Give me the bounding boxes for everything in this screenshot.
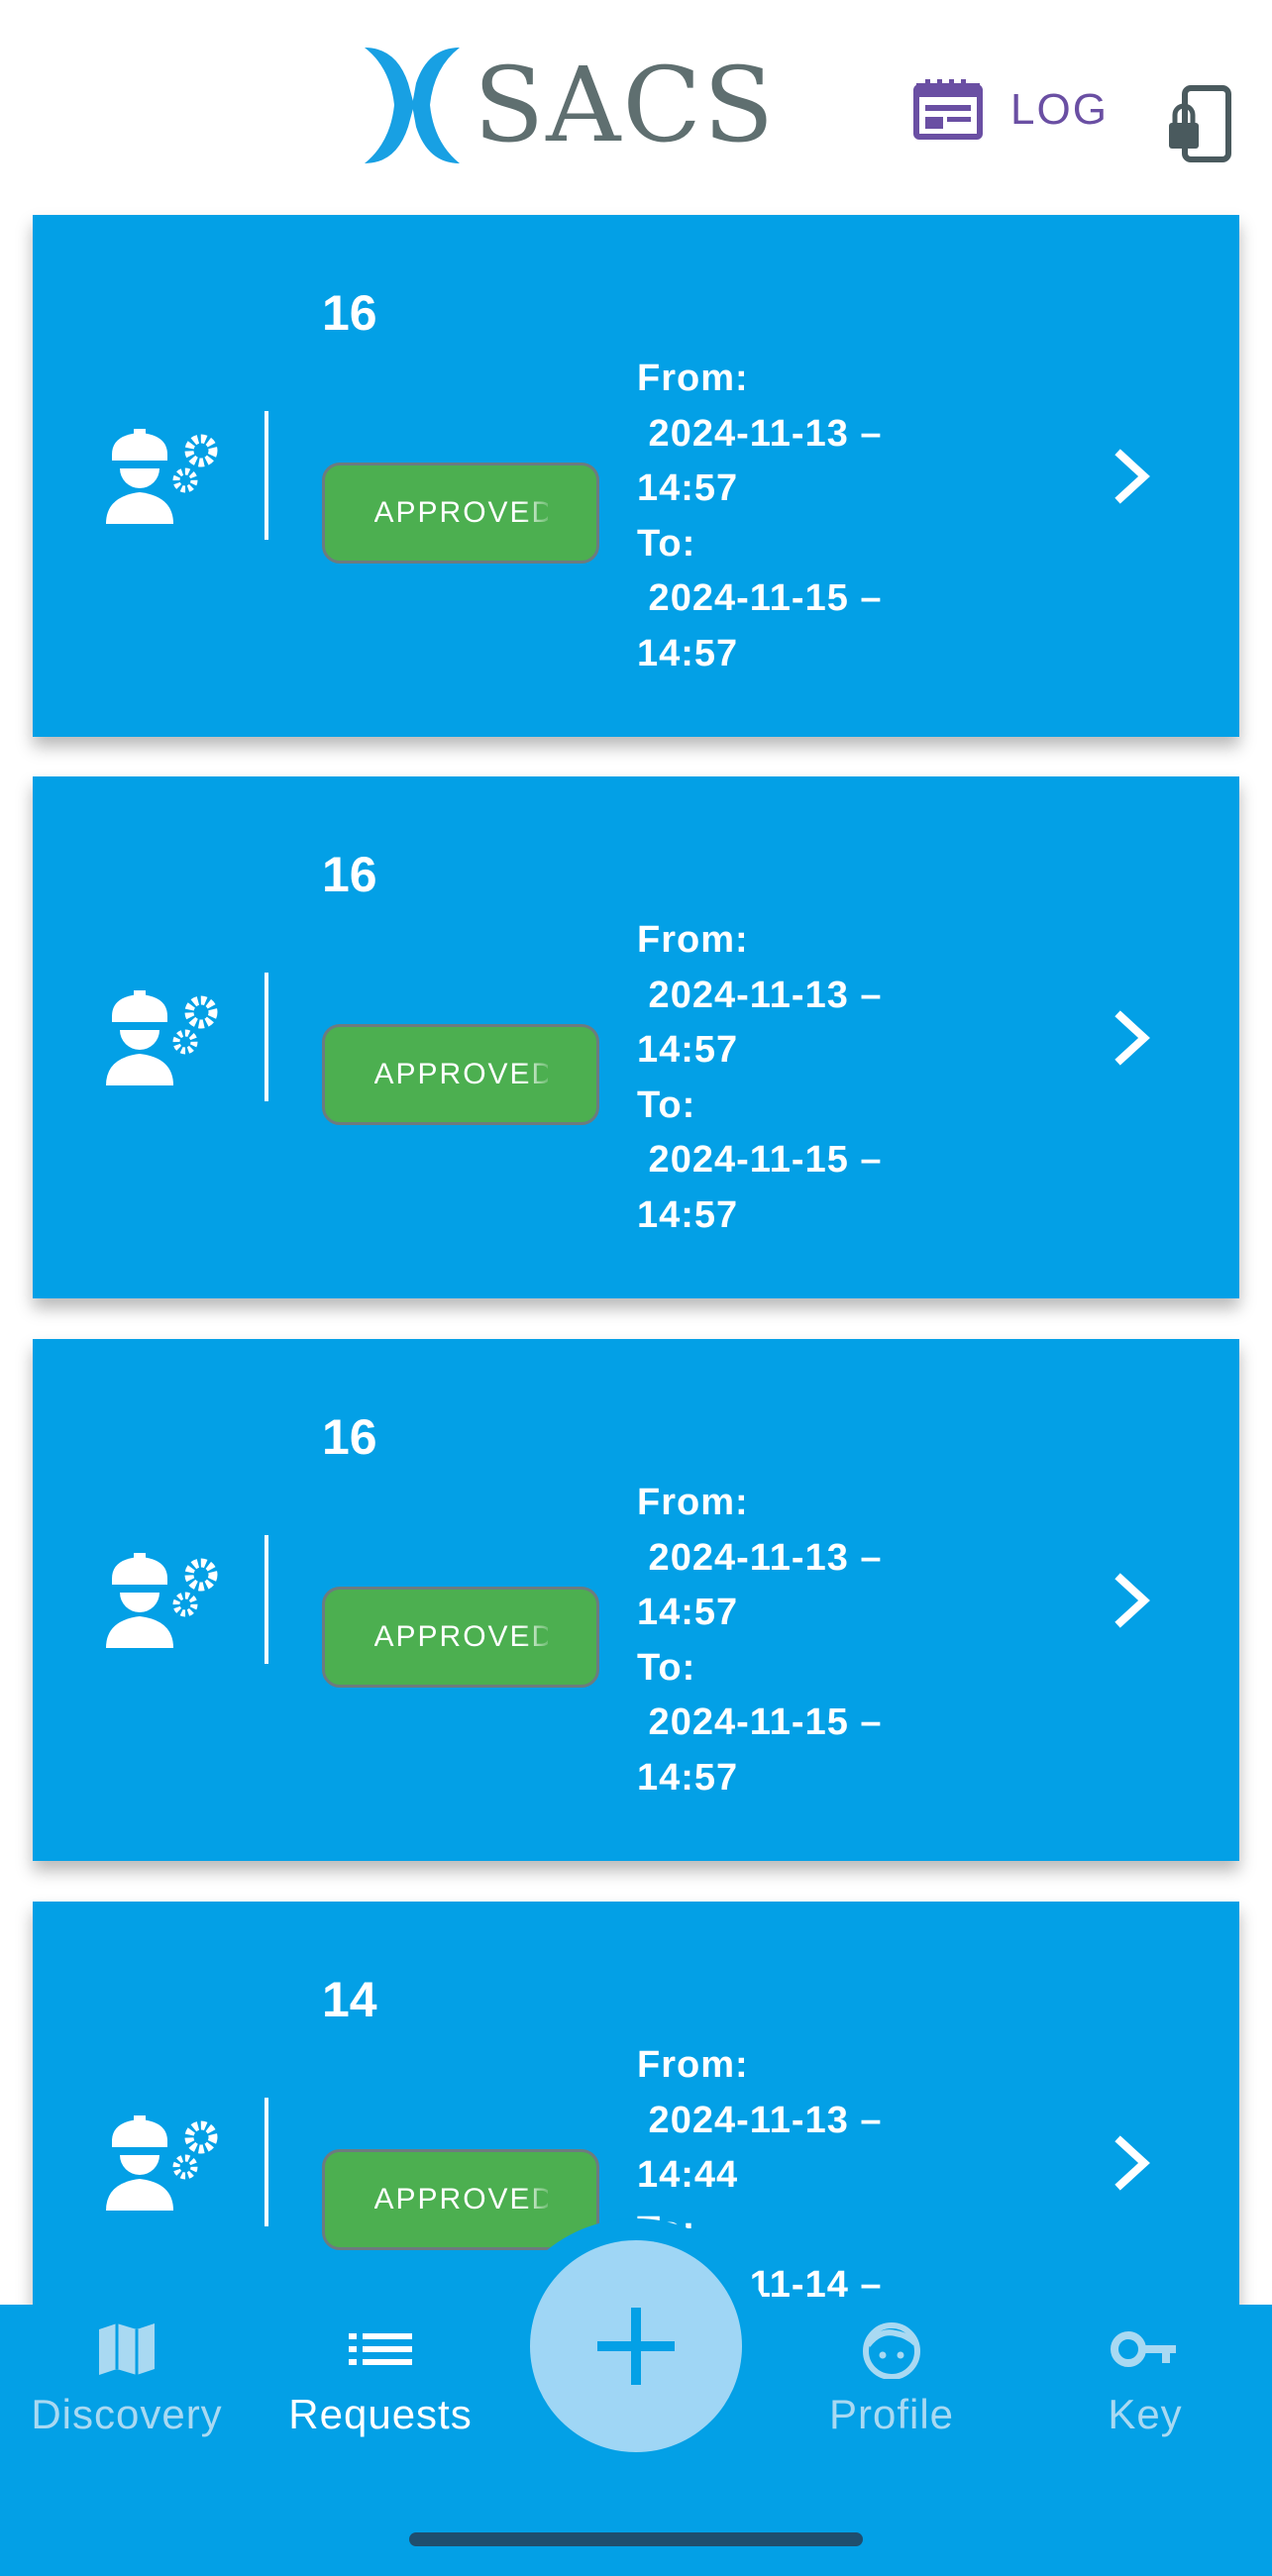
chevron-right-icon[interactable]: [1107, 449, 1156, 504]
from-date: 2024-11-13 –: [637, 1536, 883, 1579]
from-date: 2024-11-13 –: [637, 2099, 883, 2141]
status-badge: APPROVED: [322, 1024, 599, 1125]
request-id: 16: [322, 285, 377, 341]
date-range: From: 2024-11-13 – 14:57 To: 2024-11-15 …: [637, 352, 954, 681]
from-label: From:: [637, 919, 749, 961]
worker-gears-icon: [106, 2115, 218, 2211]
from-date: 2024-11-13 –: [637, 412, 883, 455]
nav-item-key[interactable]: Key: [1018, 2319, 1272, 2458]
from-time: 14:44: [637, 2154, 739, 2196]
map-icon: [99, 2323, 155, 2375]
to-label: To:: [637, 522, 696, 565]
nav-label-profile: Profile: [828, 2391, 955, 2437]
request-card[interactable]: 16 APPROVED From: 2024-11-13 – 14:57 To:…: [33, 776, 1239, 1298]
plus-icon: [597, 2308, 675, 2385]
from-time: 14:57: [637, 1592, 739, 1633]
nav-label-key: Key: [1108, 2391, 1183, 2437]
log-button[interactable]: LOG: [913, 75, 1109, 145]
app-header: SACS LOG: [0, 0, 1272, 213]
nav-label-discovery: Discovery: [31, 2391, 223, 2437]
divider: [265, 1535, 268, 1664]
status-badge: APPROVED: [322, 463, 599, 564]
calendar-table-icon: [913, 79, 983, 140]
date-range: From: 2024-11-13 – 14:57 To: 2024-11-15 …: [637, 1476, 954, 1805]
worker-gears-icon: [106, 990, 218, 1085]
from-time: 14:57: [637, 1029, 739, 1071]
from-label: From:: [637, 1482, 749, 1523]
status-badge: APPROVED: [322, 1587, 599, 1688]
divider: [265, 973, 268, 1101]
divider: [265, 411, 268, 540]
status-text: APPROVED: [373, 1620, 548, 1653]
status-badge: APPROVED: [322, 2149, 599, 2250]
to-label: To:: [637, 1646, 696, 1689]
to-time: 14:57: [637, 1756, 739, 1799]
worker-gears-icon: [106, 1553, 218, 1648]
add-request-button[interactable]: [530, 2240, 742, 2452]
sacs-logo-mark-icon: [365, 48, 460, 163]
from-label: From:: [637, 2044, 749, 2086]
request-id: 16: [322, 1409, 377, 1465]
home-indicator: [409, 2532, 863, 2546]
from-label: From:: [637, 358, 749, 399]
chevron-right-icon[interactable]: [1107, 1573, 1156, 1628]
divider: [265, 2098, 268, 2226]
request-id: 16: [322, 847, 377, 902]
status-text: APPROVED: [373, 2183, 548, 2215]
nav-label-requests: Requests: [288, 2391, 473, 2437]
sacs-logo: SACS: [357, 40, 777, 168]
date-range: From: 2024-11-13 – 14:57 To: 2024-11-15 …: [637, 913, 954, 1243]
request-card[interactable]: 16 APPROVED From: 2024-11-13 – 14:57 To:…: [33, 1339, 1239, 1861]
face-icon: [863, 2322, 920, 2379]
log-label: LOG: [1010, 85, 1109, 134]
key-icon: [1111, 2331, 1176, 2367]
to-time: 14:57: [637, 1193, 739, 1236]
from-date: 2024-11-13 –: [637, 974, 883, 1016]
to-date: 2024-11-15 –: [637, 577, 883, 619]
nav-item-discovery[interactable]: Discovery: [0, 2319, 254, 2458]
from-time: 14:57: [637, 467, 739, 509]
status-text: APPROVED: [373, 1058, 548, 1090]
list-icon: [349, 2333, 412, 2365]
to-label: To:: [637, 1083, 696, 1126]
request-id: 14: [322, 1972, 377, 2027]
to-date: 2024-11-15 –: [637, 1701, 883, 1743]
brand-text: SACS: [474, 45, 777, 165]
chevron-right-icon[interactable]: [1107, 1010, 1156, 1066]
nav-item-profile[interactable]: Profile: [765, 2319, 1018, 2458]
phone-lock-icon[interactable]: [1169, 85, 1232, 162]
chevron-right-icon[interactable]: [1107, 2135, 1156, 2191]
nav-item-requests[interactable]: Requests: [254, 2319, 507, 2458]
request-card[interactable]: 16 APPROVED From: 2024-11-13 – 14:57 To:…: [33, 215, 1239, 737]
status-text: APPROVED: [373, 496, 548, 529]
worker-gears-icon: [106, 429, 218, 524]
to-date: 2024-11-15 –: [637, 1139, 883, 1181]
to-time: 14:57: [637, 632, 739, 674]
